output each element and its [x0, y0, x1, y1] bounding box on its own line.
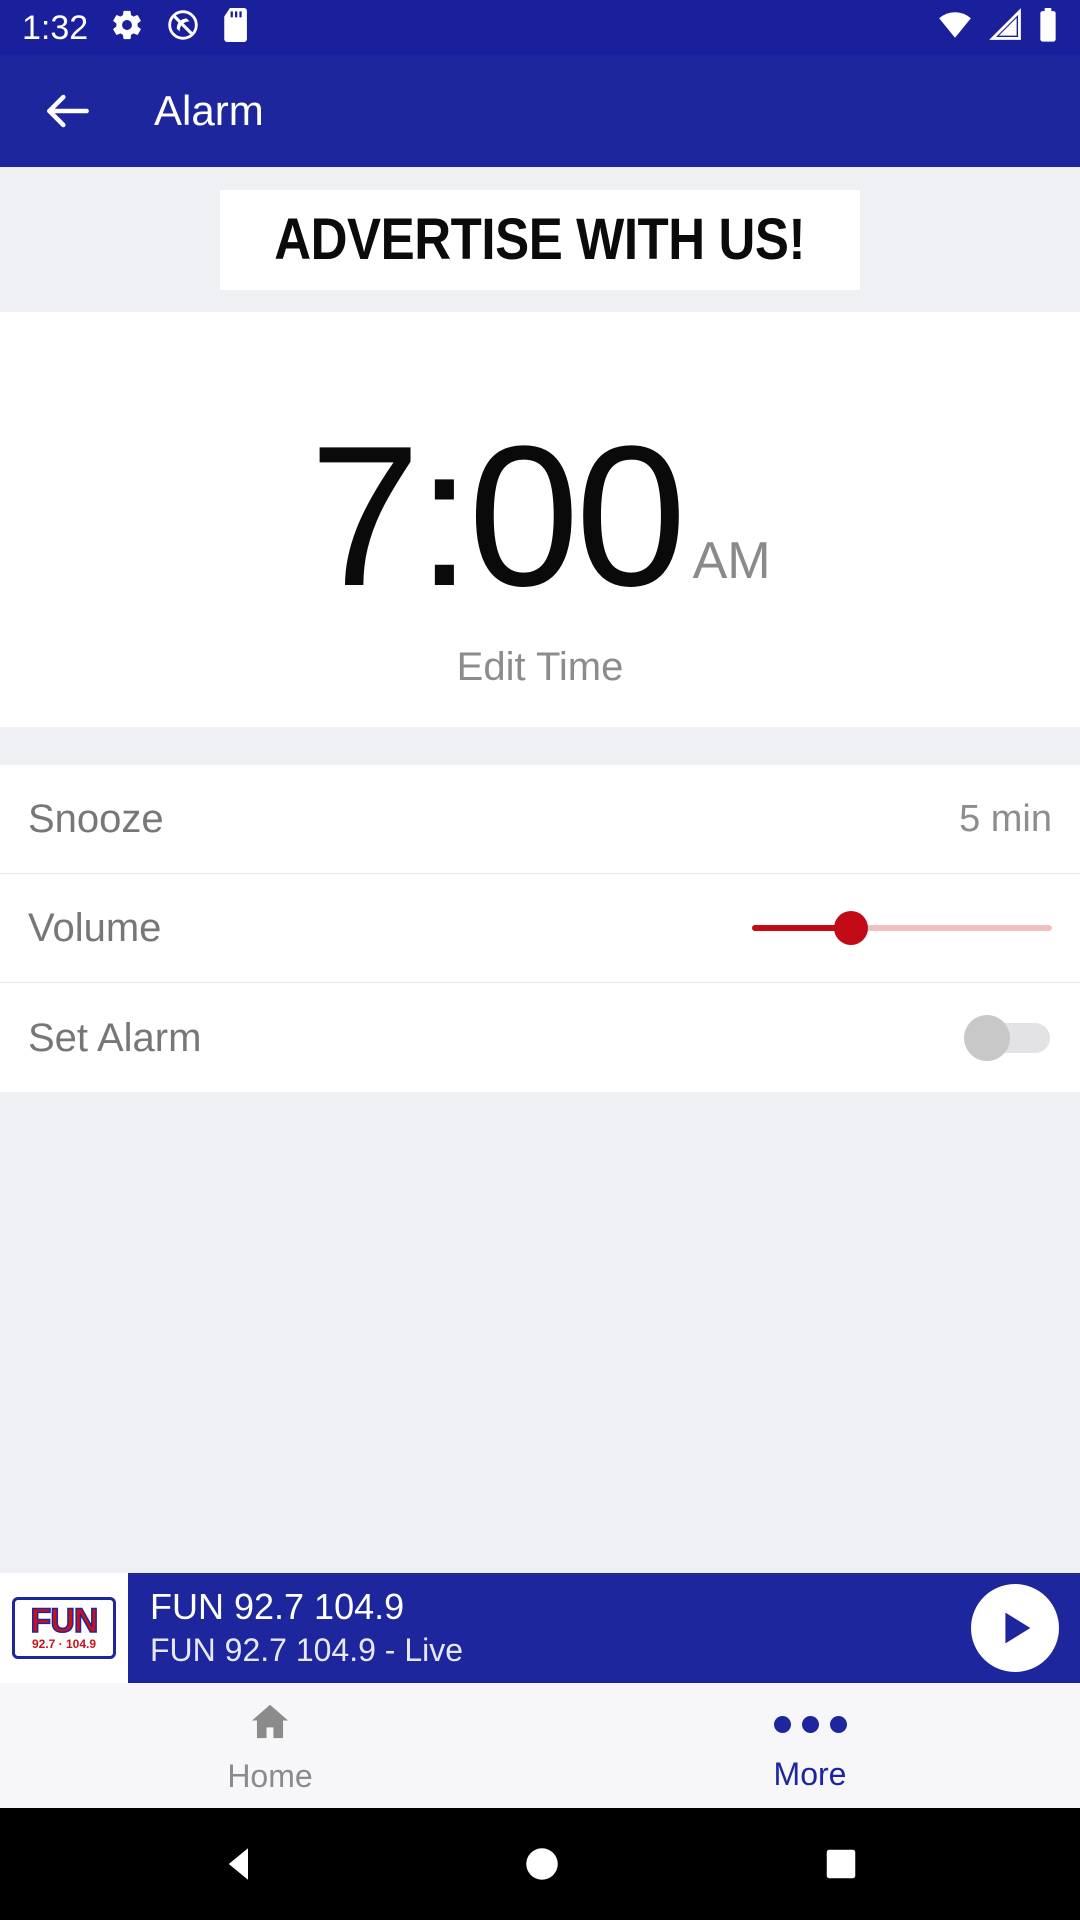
- circle-home-icon[interactable]: [521, 1843, 563, 1885]
- section-divider: [0, 727, 1080, 765]
- sd-card-icon: [222, 8, 252, 47]
- content-spacer: [0, 1092, 1080, 1573]
- station-logo-container: FUN 92.7 · 104.9: [0, 1573, 128, 1683]
- player-now-playing: FUN 92.7 104.9 - Live: [150, 1632, 464, 1669]
- volume-slider-thumb[interactable]: [834, 911, 868, 945]
- set-alarm-toggle[interactable]: [964, 1014, 1052, 1061]
- nav-item-more[interactable]: More: [540, 1683, 1080, 1808]
- set-alarm-label: Set Alarm: [28, 1015, 202, 1060]
- page-title: Alarm: [154, 87, 264, 134]
- player-metadata: FUN 92.7 104.9 FUN 92.7 104.9 - Live: [128, 1573, 950, 1683]
- alarm-time-digits: 7:00: [309, 404, 686, 628]
- system-navigation-bar: [0, 1808, 1080, 1920]
- alarm-clock-section: 7:00 AM Edit Time: [0, 312, 1080, 727]
- alarm-settings-list: Snooze 5 min Volume Set Alarm: [0, 765, 1080, 1092]
- snooze-value: 5 min: [959, 798, 1052, 840]
- ad-banner-text: ADVERTISE WITH US!: [274, 206, 806, 272]
- nav-label-more: More: [773, 1755, 847, 1792]
- volume-slider[interactable]: [752, 908, 1052, 948]
- nav-item-home[interactable]: Home: [0, 1683, 540, 1808]
- app-screen: 1:32 Alarm ADVERTISE WITH US! 7:00 AM Ed…: [0, 0, 1080, 1920]
- app-bar: Alarm: [0, 55, 1080, 167]
- square-recents-icon[interactable]: [822, 1845, 860, 1883]
- triangle-back-icon[interactable]: [220, 1843, 262, 1885]
- set-alarm-row[interactable]: Set Alarm: [0, 983, 1080, 1092]
- gear-icon: [110, 8, 144, 47]
- battery-icon: [1038, 8, 1058, 47]
- status-bar-right: [936, 8, 1058, 47]
- cell-signal-icon: [988, 8, 1024, 47]
- player-station-title: FUN 92.7 104.9: [150, 1585, 405, 1627]
- station-logo: FUN 92.7 · 104.9: [12, 1597, 116, 1659]
- home-icon: [247, 1699, 293, 1750]
- mini-player[interactable]: FUN 92.7 · 104.9 FUN 92.7 104.9 FUN 92.7…: [0, 1573, 1080, 1683]
- play-button[interactable]: [950, 1573, 1080, 1683]
- station-logo-frequency: 92.7 · 104.9: [31, 1637, 97, 1652]
- set-alarm-toggle-thumb[interactable]: [964, 1014, 1010, 1061]
- status-bar-left: 1:32: [22, 8, 252, 47]
- alarm-time-meridiem: AM: [692, 531, 771, 590]
- volume-row[interactable]: Volume: [0, 874, 1080, 983]
- ad-banner[interactable]: ADVERTISE WITH US!: [220, 189, 860, 290]
- status-clock: 1:32: [22, 8, 89, 47]
- wifi-icon: [936, 8, 974, 47]
- edit-time-button[interactable]: Edit Time: [457, 647, 624, 687]
- alarm-time-display[interactable]: 7:00 AM: [309, 404, 771, 628]
- play-icon: [971, 1584, 1059, 1672]
- status-bar: 1:32: [0, 0, 1080, 55]
- do-not-disturb-icon: [166, 8, 200, 47]
- ad-banner-container: ADVERTISE WITH US!: [0, 167, 1080, 312]
- bottom-navigation: Home More: [0, 1683, 1080, 1808]
- nav-label-home: Home: [227, 1758, 313, 1794]
- more-dots-icon: [773, 1702, 847, 1748]
- station-logo-text: FUN: [30, 1601, 99, 1640]
- snooze-label: Snooze: [28, 797, 164, 841]
- snooze-row[interactable]: Snooze 5 min: [0, 765, 1080, 874]
- volume-label: Volume: [28, 906, 162, 950]
- back-arrow-icon[interactable]: [40, 83, 96, 139]
